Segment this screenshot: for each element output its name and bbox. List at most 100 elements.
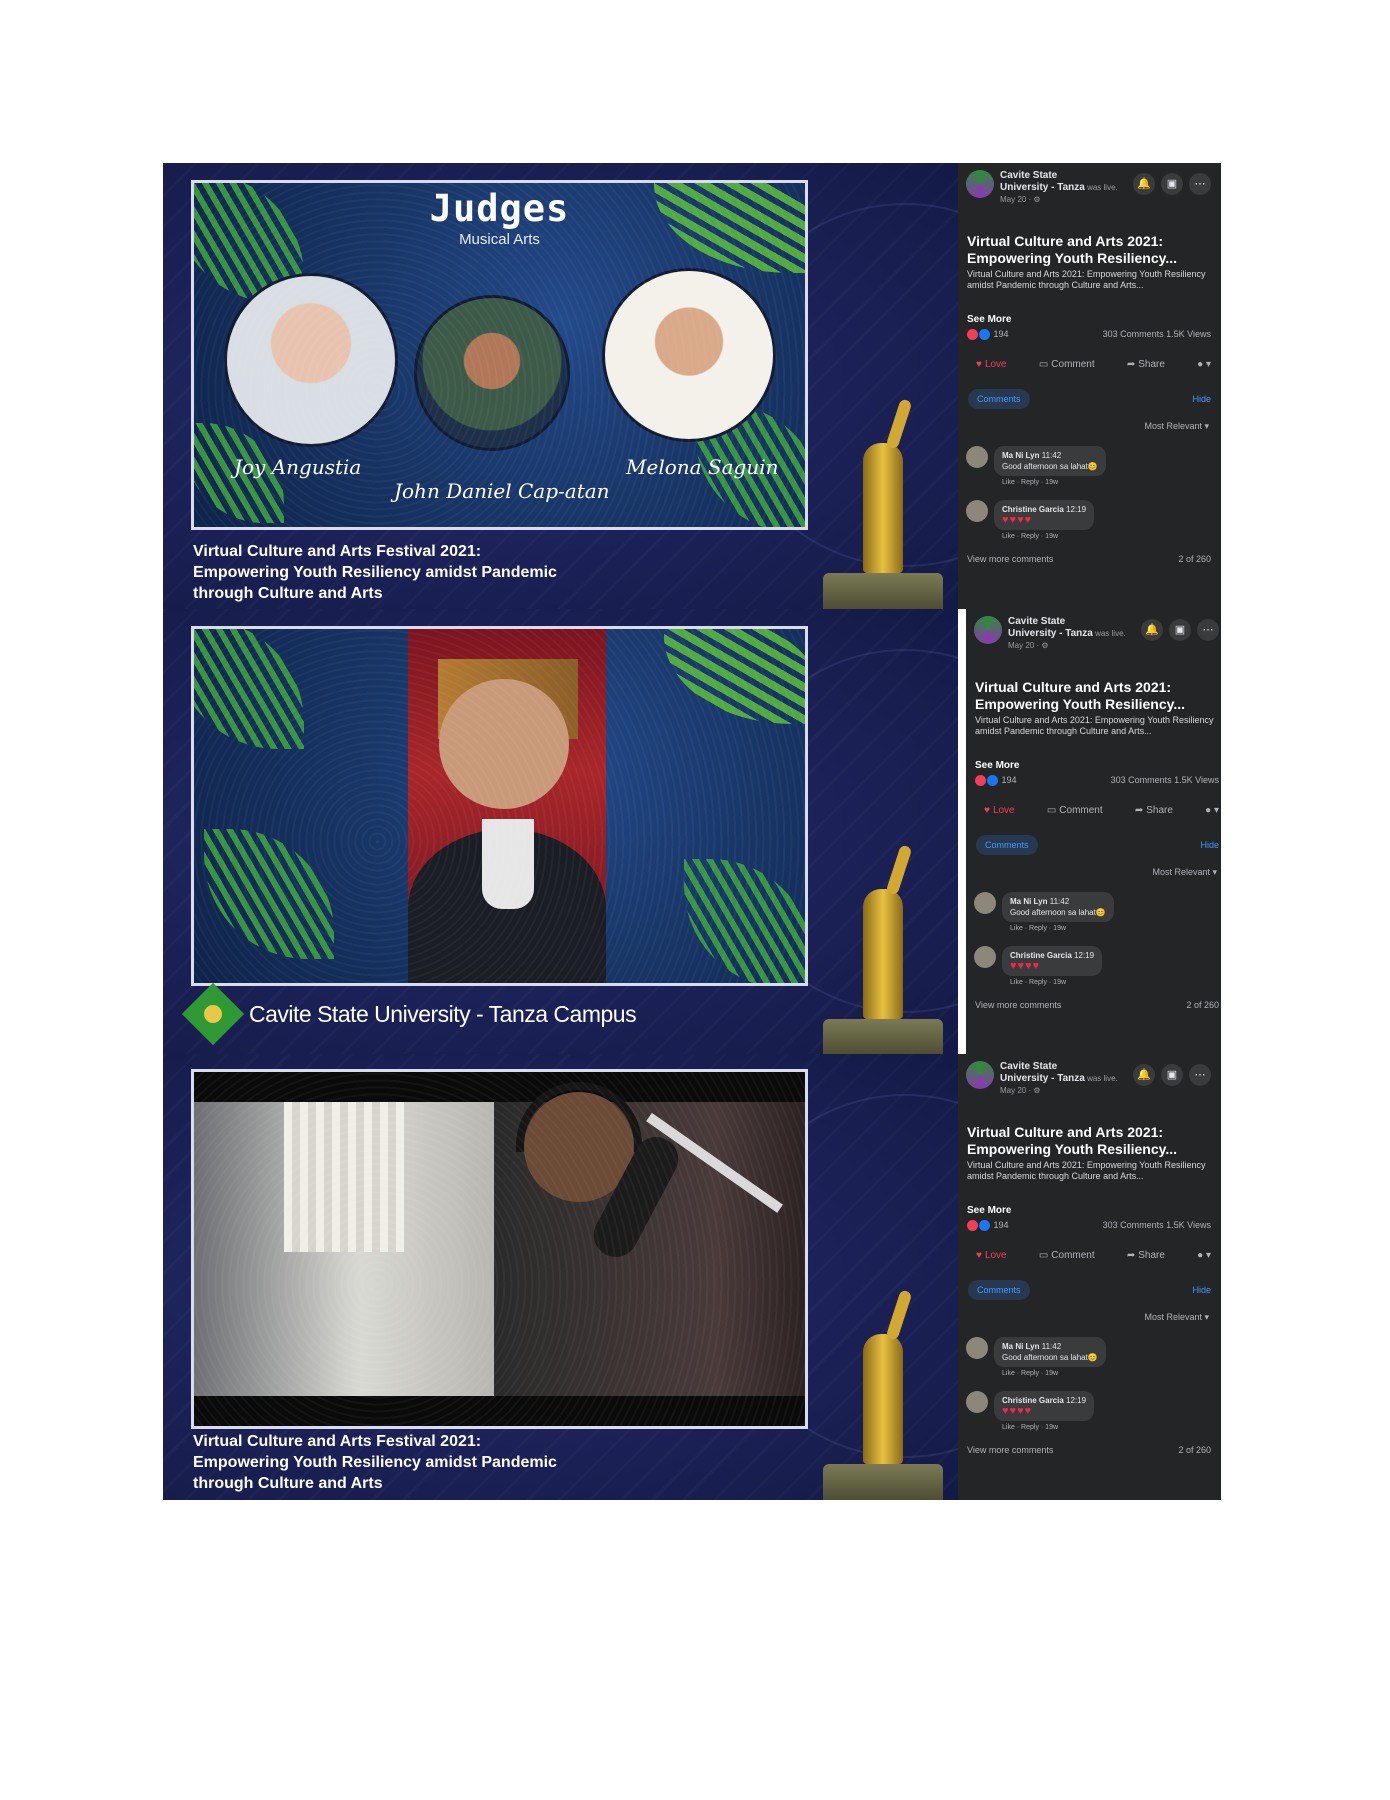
screenshot-judges: Judges Musical Arts Joy Angustia John Da… xyxy=(163,163,1221,609)
live-label: was live. xyxy=(1084,183,1118,192)
comment-time: 11:42 xyxy=(1041,451,1062,460)
page-avatar[interactable] xyxy=(974,616,1002,644)
view-more-comments-link[interactable]: View more comments xyxy=(967,554,1053,564)
audience-selector[interactable]: ● ▾ xyxy=(1197,359,1211,370)
more-icon[interactable]: ⋯ xyxy=(1197,619,1219,641)
share-button[interactable]: ➦ Share xyxy=(1127,1250,1165,1261)
avatar[interactable] xyxy=(966,1337,988,1359)
comment-actions[interactable]: Like · Reply · 19w xyxy=(1002,1370,1106,1377)
comments-views[interactable]: 303 Comments 1.5K Views xyxy=(1103,1220,1211,1231)
page-name-2[interactable]: University - Tanza xyxy=(1008,628,1093,639)
caption-line: Virtual Culture and Arts Festival 2021: xyxy=(193,543,482,560)
post-description: Virtual Culture and Arts 2021: Empowerin… xyxy=(967,269,1206,290)
page-avatar[interactable] xyxy=(966,1061,994,1089)
avatar[interactable] xyxy=(974,946,996,968)
see-more-link[interactable]: See More xyxy=(975,760,1019,771)
comment-bubble: Ma Ni Lyn 11:42 Good afternoon sa lahat😊 xyxy=(994,446,1106,476)
reaction-count[interactable]: 194 xyxy=(994,1220,1009,1230)
comment-icon: ▭ xyxy=(1038,359,1049,370)
page-name-2[interactable]: University - Tanza xyxy=(1000,1073,1085,1084)
bell-icon[interactable]: 🔔 xyxy=(1133,1064,1155,1086)
messenger-icon[interactable]: ▣ xyxy=(1161,1064,1183,1086)
comment-actions[interactable]: Like · Reply · 19w xyxy=(1002,479,1106,486)
love-reaction-icon xyxy=(975,775,986,787)
avatar[interactable] xyxy=(966,1391,988,1413)
comment-count: 2 of 260 xyxy=(1186,1000,1219,1010)
hide-link[interactable]: Hide xyxy=(1200,840,1219,850)
page-name[interactable]: Cavite State xyxy=(1008,616,1065,627)
video-letterbox-bottom xyxy=(194,1396,805,1426)
campus-name: Cavite State University - Tanza Campus xyxy=(249,1000,637,1027)
comment-author[interactable]: Ma Ni Lyn xyxy=(1002,451,1039,460)
comment-time: 12:19 xyxy=(1066,1396,1087,1405)
more-icon[interactable]: ⋯ xyxy=(1189,1064,1211,1086)
comments-views[interactable]: 303 Comments 1.5K Views xyxy=(1103,329,1211,340)
view-more-comments-link[interactable]: View more comments xyxy=(975,1000,1061,1010)
audience-selector[interactable]: ● ▾ xyxy=(1205,805,1219,816)
bell-icon[interactable]: 🔔 xyxy=(1141,619,1163,641)
more-icon[interactable]: ⋯ xyxy=(1189,173,1211,195)
view-more-comments-link[interactable]: View more comments xyxy=(967,1445,1053,1455)
share-button[interactable]: ➦ Share xyxy=(1127,359,1165,370)
comment-button[interactable]: ▭ Comment xyxy=(1047,805,1103,816)
tab-comments[interactable]: Comments xyxy=(976,835,1038,855)
tab-comments[interactable]: Comments xyxy=(968,389,1030,409)
sort-dropdown[interactable]: Most Relevant ▾ xyxy=(1152,867,1217,878)
comment-author[interactable]: Christine Garcia xyxy=(1010,951,1072,960)
livestream-video[interactable]: Cavite State University - Tanza Campus xyxy=(163,609,958,1055)
love-button[interactable]: ♥ Love xyxy=(976,1250,1007,1261)
avatar[interactable] xyxy=(966,446,988,468)
heart-icon: ♥ xyxy=(976,1250,982,1261)
like-reaction-icon xyxy=(979,329,990,341)
reaction-count[interactable]: 194 xyxy=(1002,775,1017,785)
see-more-link[interactable]: See More xyxy=(967,314,1011,325)
bell-icon[interactable]: 🔔 xyxy=(1133,173,1155,195)
post-header: Cavite State University - Tanza was live… xyxy=(966,1061,1120,1096)
comment-item: Christine Garcia 12:19 ♥♥♥♥ Like · Reply… xyxy=(966,500,1095,540)
comments-tabs: Comments Hide xyxy=(968,389,1211,409)
comment-button[interactable]: ▭ Comment xyxy=(1039,359,1095,370)
reaction-count[interactable]: 194 xyxy=(994,329,1009,339)
comment-actions[interactable]: Like · Reply · 19w xyxy=(1002,533,1094,540)
audience-selector[interactable]: ● ▾ xyxy=(1197,1250,1211,1261)
comment-author[interactable]: Christine Garcia xyxy=(1002,505,1064,514)
heart-icon: ♥ xyxy=(976,359,982,370)
comment-author[interactable]: Ma Ni Lyn xyxy=(1010,897,1047,906)
hide-link[interactable]: Hide xyxy=(1192,1285,1211,1295)
post-header-actions: 🔔 ▣ ⋯ xyxy=(1141,619,1219,641)
comment-actions[interactable]: Like · Reply · 19w xyxy=(1002,1424,1094,1431)
love-button[interactable]: ♥ Love xyxy=(976,359,1007,370)
hide-link[interactable]: Hide xyxy=(1192,394,1211,404)
avatar[interactable] xyxy=(974,892,996,914)
page-name[interactable]: Cavite State xyxy=(1000,1061,1057,1072)
judge-name-1: Joy Angustia xyxy=(234,455,362,479)
love-button[interactable]: ♥ Love xyxy=(984,805,1015,816)
comment-actions[interactable]: Like · Reply · 19w xyxy=(1010,979,1102,986)
comment-label: Comment xyxy=(1051,359,1095,370)
livestream-video[interactable]: Virtual Culture and Arts Festival 2021: … xyxy=(163,1054,958,1500)
messenger-icon[interactable]: ▣ xyxy=(1161,173,1183,195)
avatar[interactable] xyxy=(966,500,988,522)
page-name[interactable]: Cavite State xyxy=(1000,170,1057,181)
comment-time: 12:19 xyxy=(1074,951,1095,960)
love-label: Love xyxy=(984,359,1007,370)
heart-icon: ♥ xyxy=(984,805,990,816)
tab-comments[interactable]: Comments xyxy=(968,1280,1030,1300)
fern-decoration xyxy=(204,829,334,959)
livestream-video[interactable]: Judges Musical Arts Joy Angustia John Da… xyxy=(163,163,958,609)
page-name-2[interactable]: University - Tanza xyxy=(1000,182,1085,193)
comment-author[interactable]: Christine Garcia xyxy=(1002,1396,1064,1405)
see-more-link[interactable]: See More xyxy=(967,1205,1011,1216)
messenger-icon[interactable]: ▣ xyxy=(1169,619,1191,641)
page-avatar[interactable] xyxy=(966,170,994,198)
comments-views[interactable]: 303 Comments 1.5K Views xyxy=(1111,775,1219,786)
judges-title: Judges xyxy=(429,187,570,230)
comment-author[interactable]: Ma Ni Lyn xyxy=(1002,1342,1039,1351)
post-date: May 20 · ⚙ xyxy=(1000,195,1041,204)
sort-dropdown[interactable]: Most Relevant ▾ xyxy=(1144,421,1209,432)
comment-actions[interactable]: Like · Reply · 19w xyxy=(1010,925,1114,932)
comment-button[interactable]: ▭ Comment xyxy=(1039,1250,1095,1261)
share-button[interactable]: ➦ Share xyxy=(1135,805,1173,816)
comment-text: ♥♥♥♥ xyxy=(1010,960,1041,972)
sort-dropdown[interactable]: Most Relevant ▾ xyxy=(1144,1312,1209,1323)
